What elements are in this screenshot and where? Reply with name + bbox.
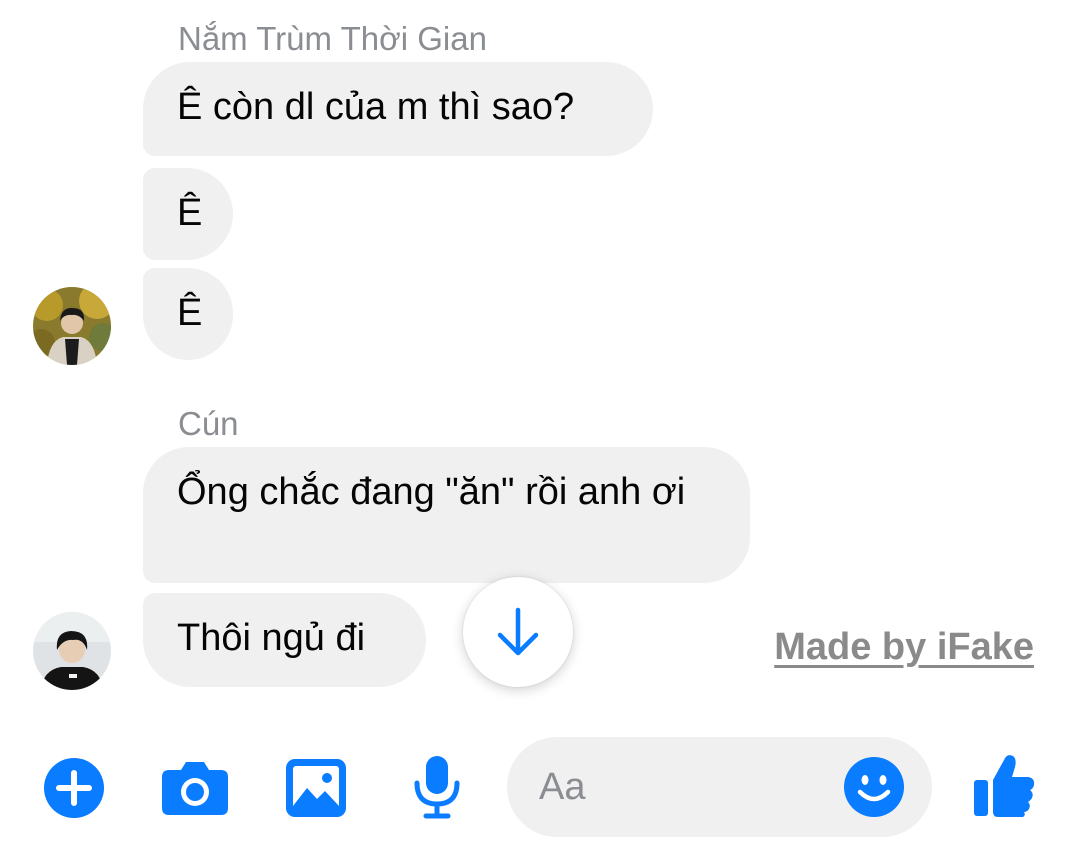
watermark-text: Made by iFake — [774, 626, 1034, 668]
avatar[interactable] — [33, 287, 111, 365]
message-composer — [507, 737, 932, 837]
thumbs-up-icon — [974, 755, 1035, 817]
message-text: Thôi ngủ đi — [177, 617, 366, 659]
sender-name: Cún — [178, 405, 239, 442]
message-text: Ê — [177, 192, 203, 234]
message-input[interactable] — [539, 755, 829, 819]
like-button[interactable] — [972, 752, 1036, 818]
image-icon — [286, 759, 346, 817]
avatar[interactable] — [33, 612, 111, 690]
message-text: Ê — [177, 292, 203, 334]
emoji-button[interactable] — [844, 757, 904, 817]
plus-circle-icon — [44, 758, 104, 818]
scroll-to-bottom-button[interactable] — [463, 577, 573, 687]
camera-button[interactable] — [161, 760, 229, 816]
voice-button[interactable] — [412, 755, 462, 819]
message-bubble[interactable]: Ê — [143, 268, 233, 360]
add-button[interactable] — [43, 757, 105, 819]
smiley-icon — [844, 757, 904, 817]
camera-icon — [162, 762, 228, 815]
gallery-button[interactable] — [285, 758, 347, 818]
message-bubble[interactable]: Ê — [143, 168, 233, 260]
message-text: Ổng chắc đang "ăn" rồi anh ơi — [177, 471, 686, 513]
avatar-photo — [33, 612, 111, 690]
microphone-icon — [414, 756, 460, 819]
message-text: Ê còn dl của m thì sao? — [177, 86, 575, 128]
message-bubble[interactable]: Thôi ngủ đi — [143, 593, 426, 687]
message-bubble[interactable]: Ổng chắc đang "ăn" rồi anh ơi — [143, 447, 750, 583]
sender-name: Nắm Trùm Thời Gian — [178, 20, 487, 57]
avatar-photo — [33, 287, 111, 365]
message-bubble[interactable]: Ê còn dl của m thì sao? — [143, 62, 653, 156]
arrow-down-icon — [497, 607, 539, 656]
